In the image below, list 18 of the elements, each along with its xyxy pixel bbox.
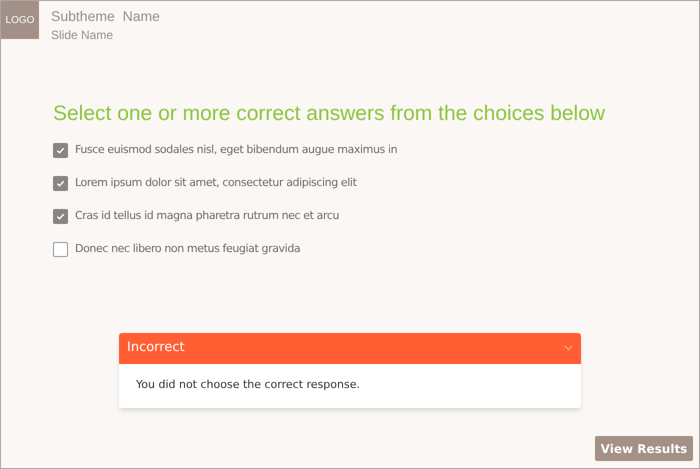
checkbox[interactable] [53,176,68,191]
checkbox[interactable] [53,209,68,224]
check-icon [56,179,65,188]
check-icon [56,146,65,155]
subtheme-title: Subtheme Name [51,7,160,26]
checkbox[interactable] [53,143,68,158]
choice-label[interactable]: Fusce euismod sodales nisl, eget bibendum augue maximus in [75,142,398,159]
check-icon [56,212,65,221]
slide-title: Slide Name [51,27,114,44]
feedback-title: Incorrect [127,339,185,358]
choice-label[interactable]: Donec nec libero non metus feugiat gravida [75,241,300,258]
question-text: Select one or more correct answers from the choices below [53,101,606,127]
checkbox[interactable] [53,242,68,257]
choice-label[interactable]: Lorem ipsum dolor sit amet, consectetur adipiscing elit [75,175,356,192]
choice-label[interactable]: Cras id tellus id magna pharetra rutrum nec et arcu [75,208,340,225]
feedback-message: You did not choose the correct response. [136,377,360,394]
logo: LOGO [1,1,39,39]
view-results-button[interactable]: View Results [595,436,693,461]
